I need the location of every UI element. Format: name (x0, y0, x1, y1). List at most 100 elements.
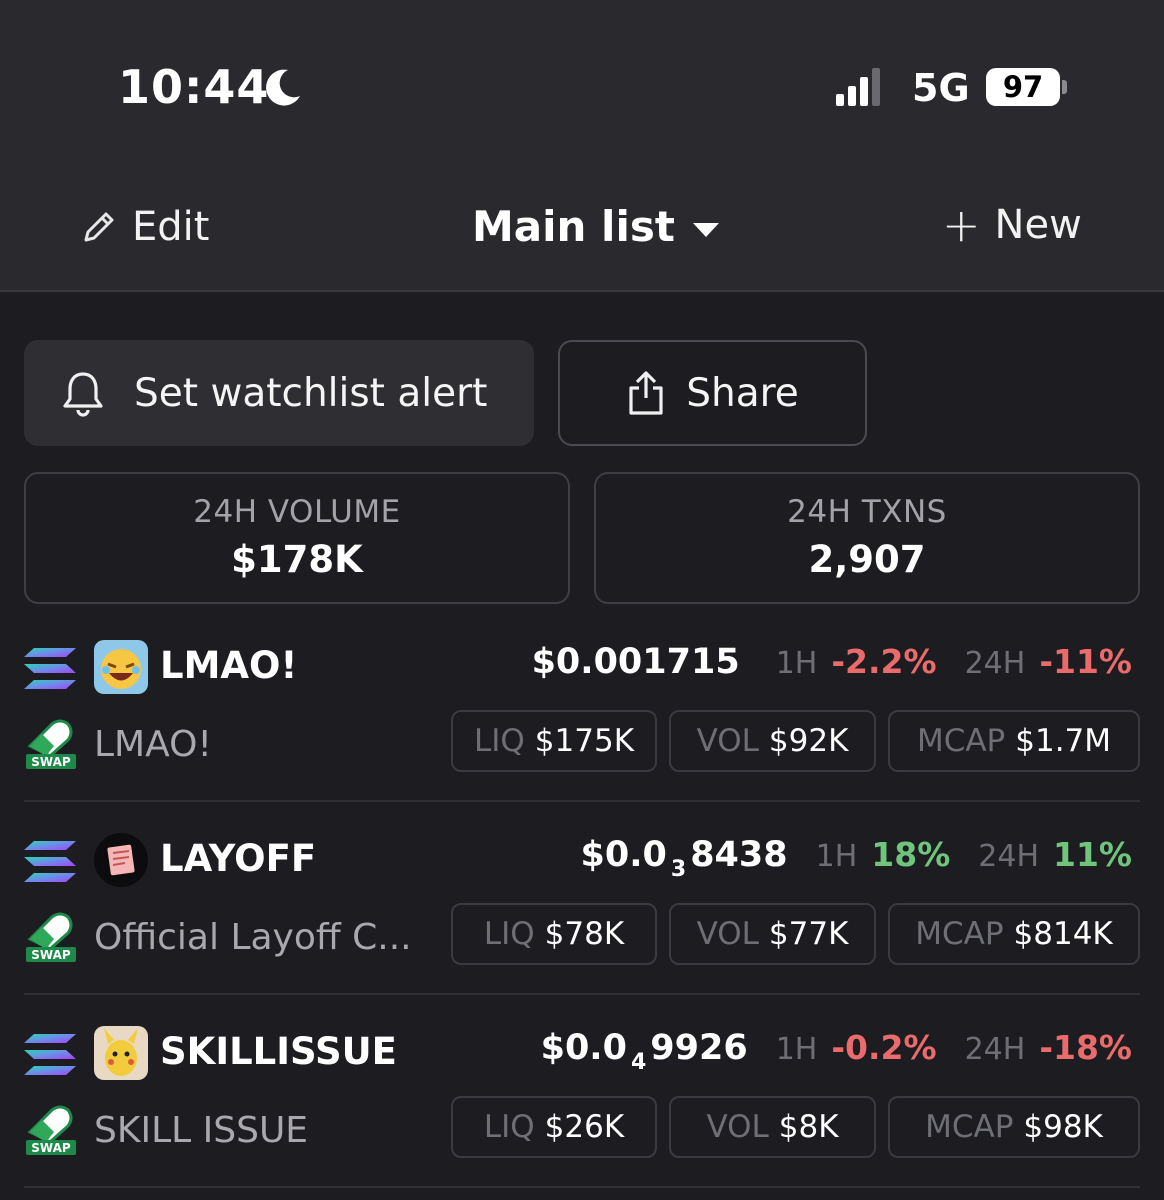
liquidity-pill: LIQ $175K (451, 710, 657, 772)
price-tail: 8438 (690, 835, 788, 875)
token-symbol: LMAO! (160, 644, 298, 687)
battery-indicator: 97 (986, 68, 1060, 106)
nav-bar: Edit Main list + New (0, 160, 1164, 292)
token-row[interactable]: LAYOFF SWAP Official Layoff C... $0.0 3 84… (0, 813, 1164, 1005)
liquidity-pill: LIQ $78K (451, 903, 657, 965)
vol-value: $92K (768, 723, 849, 759)
row-divider (24, 1186, 1140, 1188)
token-price: $0.001715 (532, 642, 748, 689)
alert-label: Set watchlist alert (134, 370, 488, 416)
share-button[interactable]: Share (558, 340, 867, 446)
liq-value: $26K (544, 1109, 625, 1145)
liq-value: $78K (544, 916, 625, 952)
token-name: LMAO! (94, 724, 212, 765)
bell-icon (63, 372, 103, 417)
row-divider (24, 800, 1140, 802)
swap-icon: SWAP (26, 1105, 76, 1155)
change-24h-label: 24H (978, 839, 1039, 874)
token-name: Official Layoff C... (94, 917, 412, 958)
chevron-down-icon (692, 222, 719, 237)
token-symbol: SKILLISSUE (160, 1030, 397, 1073)
set-watchlist-alert-button[interactable]: Set watchlist alert (24, 340, 534, 446)
solana-icon (24, 648, 76, 689)
change-1h-label: 1H (815, 839, 858, 874)
mcap-value: $98K (1023, 1109, 1103, 1145)
liq-value: $175K (534, 723, 635, 759)
price-main: $0.0 (580, 835, 667, 875)
change-24h-value: -11% (1039, 642, 1132, 681)
stat-value: 2,907 (808, 538, 926, 581)
mcap-pill: MCAP $814K (888, 903, 1140, 965)
change-24h-label: 24H (964, 1032, 1026, 1067)
stat-label: 24H TXNS (787, 494, 947, 530)
price-main: $0.0 (540, 1028, 627, 1068)
change-24h-value: -18% (1039, 1028, 1132, 1067)
price-bar: $0.0 3 8438 1H 18% 24H 11% (581, 835, 1132, 882)
share-label: Share (686, 370, 799, 416)
signal-icon (836, 68, 880, 106)
plus-icon: + (942, 198, 981, 252)
mcap-pill: MCAP $98K (888, 1096, 1140, 1158)
share-icon (629, 371, 663, 415)
token-symbol: LAYOFF (160, 837, 317, 880)
volume-pill: VOL $8K (669, 1096, 876, 1158)
stat-txns-card: 24H TXNS 2,907 (594, 472, 1140, 604)
swap-icon: SWAP (26, 719, 76, 769)
stat-label: 24H VOLUME (193, 494, 401, 530)
liq-label: LIQ (483, 916, 535, 952)
price-main: $0.001715 (531, 642, 740, 682)
liq-label: LIQ (473, 723, 525, 759)
mcap-value: $814K (1013, 916, 1113, 952)
skillissue-token-icon (94, 1026, 148, 1080)
price-tail: 9926 (650, 1028, 748, 1068)
swap-icon: SWAP (26, 912, 76, 962)
change-1h-label: 1H (775, 646, 818, 681)
liquidity-pill: LIQ $26K (451, 1096, 657, 1158)
token-row[interactable]: SKILLISSUE SWAP SKILL ISSUE $0.0 4 9926 1H… (0, 1006, 1164, 1198)
price-zero-count: 3 (670, 857, 687, 882)
vol-value: $77K (768, 916, 849, 952)
mcap-pill: MCAP $1.7M (888, 710, 1140, 772)
new-list-button[interactable]: + New (942, 202, 1082, 248)
list-selector[interactable]: Main list (472, 202, 719, 251)
mcap-label: MCAP (916, 723, 1006, 759)
price-zero-count: 4 (630, 1050, 647, 1075)
battery-tip (1062, 80, 1067, 94)
change-1h-value: -2.2% (831, 642, 937, 681)
volume-pill: VOL $92K (669, 710, 876, 772)
edit-button[interactable]: Edit (80, 204, 209, 250)
lmao-token-icon (94, 640, 148, 694)
layoff-token-icon (94, 833, 148, 887)
list-title: Main list (472, 202, 675, 251)
swap-label: SWAP (31, 948, 71, 962)
stat-volume-card: 24H VOLUME $178K (24, 472, 570, 604)
vol-value: $8K (778, 1109, 839, 1145)
vol-label: VOL (696, 916, 759, 952)
token-price: $0.0 3 8438 (581, 835, 788, 882)
swap-label: SWAP (31, 755, 71, 769)
edit-label: Edit (132, 204, 210, 250)
solana-icon (24, 841, 76, 882)
network-type: 5G (912, 66, 970, 110)
token-row[interactable]: LMAO! SWAP LMAO! $0.001715 1H -2.2% 24H … (0, 620, 1164, 812)
change-24h-value: 11% (1053, 835, 1132, 874)
moon-icon (266, 69, 300, 106)
price-bar: $0.001715 1H -2.2% 24H -11% (532, 642, 1132, 689)
price-bar: $0.0 4 9926 1H -0.2% 24H -18% (541, 1028, 1132, 1075)
new-label: New (994, 202, 1082, 248)
token-price: $0.0 4 9926 (541, 1028, 748, 1075)
vol-label: VOL (706, 1109, 769, 1145)
mcap-label: MCAP (925, 1109, 1014, 1145)
volume-pill: VOL $77K (669, 903, 876, 965)
liq-label: LIQ (483, 1109, 535, 1145)
pencil-icon (84, 212, 114, 242)
change-1h-value: 18% (871, 835, 951, 874)
token-name: SKILL ISSUE (94, 1110, 309, 1151)
change-1h-label: 1H (775, 1032, 818, 1067)
status-time: 10:44 (118, 60, 270, 114)
mcap-value: $1.7M (1015, 723, 1112, 759)
stat-value: $178K (231, 538, 363, 581)
change-24h-label: 24H (964, 646, 1026, 681)
row-divider (24, 993, 1140, 995)
solana-icon (24, 1034, 76, 1075)
